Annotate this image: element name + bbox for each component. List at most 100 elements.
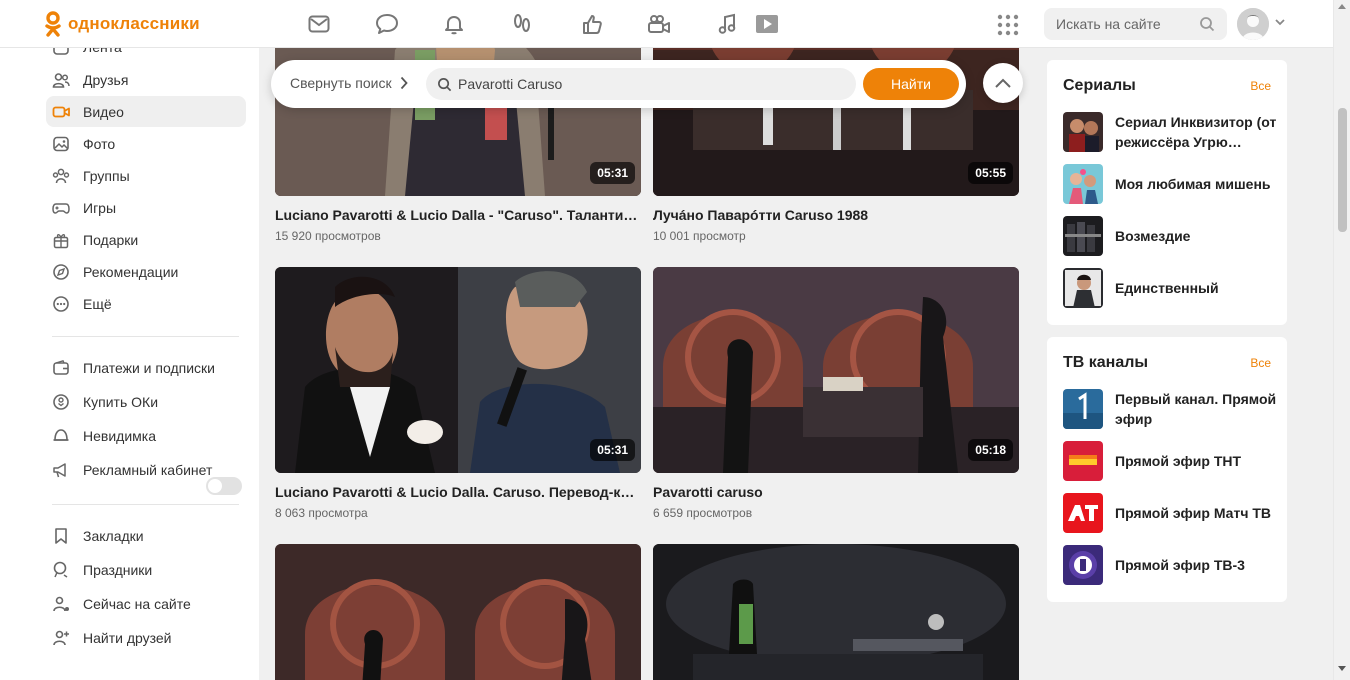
- compass-icon: [52, 263, 70, 281]
- serials-title: Сериалы: [1063, 77, 1136, 94]
- page-scrollbar[interactable]: [1333, 0, 1350, 680]
- sidebar-item-label: Ещё: [83, 295, 112, 312]
- video-duration: 05:18: [968, 439, 1013, 461]
- sidebar-item-label: Купить ОКи: [83, 393, 159, 410]
- add-friend-icon: [52, 629, 70, 647]
- collapse-search-button[interactable]: Свернуть поиск: [290, 75, 408, 91]
- sidebar-item-label: Закладки: [83, 527, 144, 544]
- tv-channel-title: Прямой эфир ТНТ: [1115, 453, 1242, 469]
- video-title[interactable]: Luciano Pavarotti & Lucio Dalla. Caruso.…: [275, 484, 641, 500]
- video-title[interactable]: Лучáно Паварóтти Caruso 1988: [653, 207, 1019, 223]
- friends-icon: [52, 71, 70, 89]
- gift-icon: [52, 231, 70, 249]
- sidebar-item-more[interactable]: Ещё: [46, 288, 246, 319]
- sidebar-item-holidays[interactable]: Праздники: [46, 554, 246, 585]
- chevron-up-icon: [995, 78, 1011, 88]
- sidebar-item-label: Праздники: [83, 561, 153, 578]
- video-search-input[interactable]: Pavarotti Caruso: [426, 68, 856, 100]
- serials-all-link[interactable]: Все: [1250, 79, 1271, 93]
- balloon-icon: [52, 561, 70, 579]
- coin-icon: [52, 393, 70, 411]
- search-query-value: Pavarotti Caruso: [458, 76, 563, 92]
- video-search-bar: Свернуть поиск Pavarotti Caruso Найти: [271, 60, 966, 108]
- tv-channel-item[interactable]: Прямой эфир ТВ-3: [1063, 545, 1283, 585]
- sidebar-item-video[interactable]: Видео: [46, 96, 246, 127]
- tv-all-link[interactable]: Все: [1250, 356, 1271, 370]
- video-thumbnail[interactable]: [653, 544, 1019, 680]
- video-card[interactable]: [275, 544, 641, 680]
- video-views: 6 659 просмотров: [653, 506, 753, 520]
- sidebar-item-invisible[interactable]: Невидимка: [46, 420, 196, 451]
- sidebar-item-label: Друзья: [83, 71, 129, 88]
- events-like-icon[interactable]: [578, 10, 606, 38]
- find-button[interactable]: Найти: [863, 68, 959, 100]
- sidebar-item-ad-cabinet[interactable]: Рекламный кабинет: [46, 454, 246, 485]
- serial-item[interactable]: Единственный: [1063, 268, 1283, 308]
- video-duration: 05:31: [590, 439, 635, 461]
- messages-icon[interactable]: [305, 10, 333, 38]
- scroll-up-arrow[interactable]: [1338, 4, 1346, 9]
- video-card[interactable]: 05:31 Luciano Pavarotti & Lucio Dalla. C…: [275, 267, 641, 520]
- serial-item[interactable]: Сериал Инквизитор (от режиссёра Угрю…: [1063, 112, 1283, 152]
- user-avatar[interactable]: [1237, 8, 1269, 40]
- notifications-icon[interactable]: [440, 10, 468, 38]
- sidebar-item-buy-oks[interactable]: Купить ОКи: [46, 386, 246, 417]
- sidebar-item-friends[interactable]: Друзья: [46, 64, 246, 95]
- left-sidebar: Лента Друзья Видео Фото Группы Игры Пода…: [0, 39, 259, 680]
- sidebar-item-online[interactable]: Сейчас на сайте: [46, 588, 246, 619]
- video-thumbnail[interactable]: [275, 544, 641, 680]
- video-thumbnail[interactable]: 05:31: [275, 267, 641, 473]
- chevron-down-icon[interactable]: [1274, 17, 1286, 27]
- games-icon: [52, 199, 70, 217]
- serial-item[interactable]: Возмездие: [1063, 216, 1283, 256]
- serial-thumbnail: [1063, 164, 1103, 204]
- more-icon: [52, 295, 70, 313]
- tv-channel-item[interactable]: Прямой эфир Матч ТВ: [1063, 493, 1283, 533]
- discussions-icon[interactable]: [373, 10, 401, 38]
- video-play-icon[interactable]: [753, 10, 781, 38]
- video-camera-icon[interactable]: [645, 10, 673, 38]
- guests-icon[interactable]: [508, 10, 536, 38]
- sidebar-item-photo[interactable]: Фото: [46, 128, 246, 159]
- tv-channel-title: Прямой эфир Матч ТВ: [1115, 505, 1272, 521]
- tv-channel-item[interactable]: Первый канал. Прямой эфир: [1063, 389, 1283, 429]
- tv-channel-item[interactable]: Прямой эфир ТНТ: [1063, 441, 1283, 481]
- sidebar-item-bookmarks[interactable]: Закладки: [46, 520, 246, 551]
- video-views: 10 001 просмотр: [653, 229, 746, 243]
- music-icon[interactable]: [713, 10, 741, 38]
- sidebar-divider: [52, 336, 239, 337]
- sidebar-item-games[interactable]: Игры: [46, 192, 246, 223]
- top-header: одноклассники Искать на сайте: [0, 0, 1333, 48]
- scroll-down-arrow[interactable]: [1338, 666, 1346, 671]
- bookmark-icon: [52, 527, 70, 545]
- sidebar-item-label: Группы: [83, 167, 130, 184]
- video-views: 8 063 просмотра: [275, 506, 368, 520]
- video-title[interactable]: Luciano Pavarotti & Lucio Dalla - "Carus…: [275, 207, 641, 223]
- serial-item[interactable]: Моя любимая мишень: [1063, 164, 1283, 204]
- sidebar-item-label: Игры: [83, 199, 117, 216]
- video-duration: 05:55: [968, 162, 1013, 184]
- video-thumbnail[interactable]: 05:18: [653, 267, 1019, 473]
- scroll-to-top-button[interactable]: [983, 63, 1023, 103]
- video-card[interactable]: [653, 544, 1019, 680]
- serial-title: Возмездие: [1115, 228, 1191, 244]
- scrollbar-thumb[interactable]: [1338, 108, 1347, 232]
- sidebar-item-recommendations[interactable]: Рекомендации: [46, 256, 246, 287]
- sidebar-item-find-friends[interactable]: Найти друзей: [46, 622, 246, 653]
- sidebar-item-groups[interactable]: Группы: [46, 160, 246, 191]
- sidebar-item-label: Подарки: [83, 231, 139, 248]
- video-card[interactable]: 05:18 Pavarotti caruso 6 659 просмотров: [653, 267, 1019, 520]
- invisible-icon: [52, 427, 70, 445]
- serial-thumbnail: [1063, 268, 1103, 308]
- site-search-input[interactable]: Искать на сайте: [1044, 8, 1227, 40]
- sidebar-item-label: Рекламный кабинет: [83, 461, 213, 478]
- sidebar-item-label: Найти друзей: [83, 629, 172, 646]
- sidebar-item-label: Невидимка: [83, 427, 156, 444]
- collapse-search-label: Свернуть поиск: [290, 75, 392, 91]
- video-title[interactable]: Pavarotti caruso: [653, 484, 1019, 500]
- apps-grid-icon[interactable]: [996, 13, 1020, 37]
- sidebar-item-payments[interactable]: Платежи и подписки: [46, 352, 246, 383]
- site-logo[interactable]: одноклассники: [44, 11, 200, 37]
- video-thumbnail-image: [275, 267, 641, 473]
- sidebar-item-gifts[interactable]: Подарки: [46, 224, 246, 255]
